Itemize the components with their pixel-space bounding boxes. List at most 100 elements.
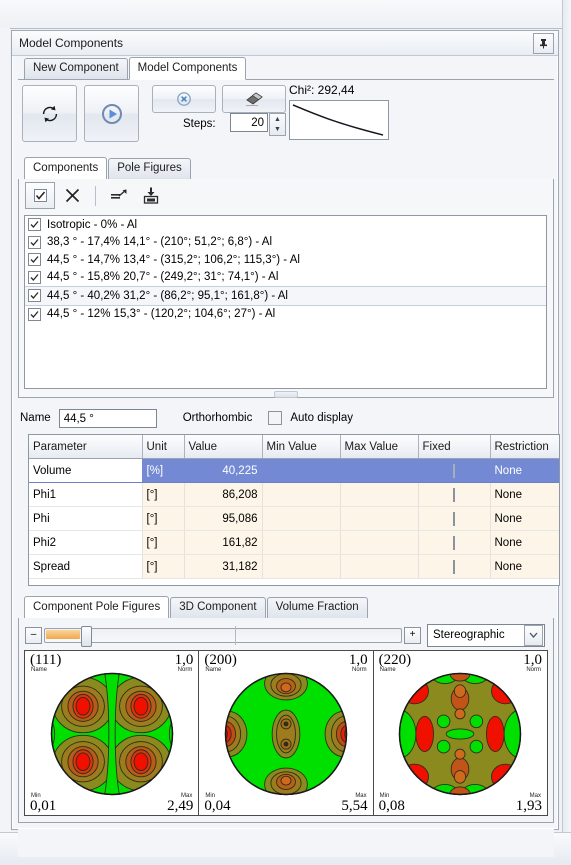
fixed-checkbox[interactable] [453, 463, 455, 478]
col-max-value[interactable]: Max Value [340, 435, 419, 459]
slider-tick [235, 625, 236, 645]
export-components-button[interactable] [104, 182, 134, 209]
fixed-checkbox[interactable] [453, 511, 455, 526]
list-item-label: 44,5 ° - 14,7% 13,4° - (315,2°; 106,2°; … [47, 253, 300, 266]
tab-components[interactable]: Components [24, 157, 108, 180]
projection-select[interactable]: Stereographic [427, 623, 545, 647]
stepper-down-icon[interactable]: ▼ [270, 125, 285, 136]
tab-new-component[interactable]: New Component [24, 58, 128, 79]
table-row[interactable]: Spread [°] 31,182 None [29, 554, 559, 579]
list-item-label: Isotropic - 0% - Al [47, 218, 138, 231]
tab-pole-figures[interactable]: Pole Figures [108, 158, 191, 179]
refresh-button[interactable] [22, 85, 77, 142]
tab-volume-fraction[interactable]: Volume Fraction [266, 597, 368, 618]
parameter-table[interactable]: Parameter Unit Value Min Value Max Value… [28, 434, 560, 586]
zoom-out-button[interactable]: – [25, 626, 42, 644]
cell-min[interactable] [262, 554, 341, 579]
cancel-button[interactable] [152, 85, 216, 113]
col-restriction[interactable]: Restriction [490, 435, 559, 459]
cell-fixed[interactable] [418, 482, 491, 507]
col-fixed[interactable]: Fixed [418, 435, 491, 459]
list-item[interactable]: 44,5 ° - 12% 15,3° - (120,2°; 104,6°; 27… [25, 306, 546, 324]
auto-display-checkbox[interactable] [268, 411, 283, 425]
fixed-checkbox[interactable] [453, 559, 455, 574]
cell-max[interactable] [340, 530, 419, 555]
cell-value[interactable]: 31,182 [184, 554, 263, 579]
resolution-slider[interactable] [44, 625, 402, 647]
tab-model-components[interactable]: Model Components [128, 57, 247, 80]
pf-min-value: 0,01 [30, 798, 57, 814]
component-checkbox[interactable] [28, 253, 41, 267]
cell-unit: [°] [142, 530, 185, 555]
name-input[interactable]: 44,5 ° [58, 408, 157, 428]
delete-component-button[interactable] [57, 182, 87, 209]
components-list[interactable]: Isotropic - 0% - Al 38,3 ° - 17,4% 14,1°… [24, 215, 547, 389]
component-checkbox[interactable] [28, 270, 41, 284]
chi-curve [292, 104, 384, 136]
pole-figure-200[interactable]: (200) 1,0 Name Norm Min Max 0,04 5,54 [199, 651, 374, 815]
cell-fixed[interactable] [418, 554, 491, 579]
list-item[interactable]: 38,3 ° - 17,4% 14,1° - (210°; 51,2°; 6,8… [25, 234, 546, 252]
col-value[interactable]: Value [184, 435, 263, 459]
component-checkbox[interactable] [28, 289, 41, 303]
list-item-selected[interactable]: 44,5 ° - 40,2% 31,2° - (86,2°; 95,1°; 16… [25, 286, 546, 306]
check-icon [30, 221, 39, 229]
cell-restriction[interactable]: None [490, 458, 559, 483]
list-item[interactable]: Isotropic - 0% - Al [25, 216, 546, 234]
steps-input[interactable]: 20 [230, 113, 268, 132]
splitter-handle[interactable] [274, 391, 298, 398]
col-min-value[interactable]: Min Value [262, 435, 341, 459]
import-disk-icon [143, 187, 159, 204]
fixed-checkbox[interactable] [453, 487, 455, 502]
tab-3d-component[interactable]: 3D Component [170, 597, 266, 618]
cell-value[interactable]: 161,82 [184, 530, 263, 555]
table-row[interactable]: Volume [%] 40,225 None [29, 458, 559, 483]
col-parameter[interactable]: Parameter [29, 435, 143, 459]
cell-min[interactable] [262, 530, 341, 555]
pole-figure-tabstrip: Component Pole Figures 3D Component Volu… [18, 596, 554, 619]
component-checkbox[interactable] [28, 235, 41, 249]
select-all-button[interactable] [25, 182, 55, 209]
cell-restriction[interactable]: None [490, 506, 559, 531]
cell-min[interactable] [262, 482, 341, 507]
steps-stepper[interactable]: ▲ ▼ [269, 113, 286, 136]
cell-max[interactable] [340, 482, 419, 507]
component-checkbox[interactable] [28, 218, 41, 232]
cell-restriction[interactable]: None [490, 530, 559, 555]
cell-min[interactable] [262, 506, 341, 531]
cell-max[interactable] [340, 506, 419, 531]
cell-fixed[interactable] [418, 458, 491, 483]
import-components-button[interactable] [136, 182, 166, 209]
stepper-up-icon[interactable]: ▲ [270, 114, 285, 125]
pf-plot-111 [50, 672, 173, 796]
cell-max[interactable] [340, 554, 419, 579]
pole-figure-220[interactable]: (220) 1,0 Name Norm Min Max 0,08 1,93 [374, 651, 547, 815]
cell-parameter: Phi2 [29, 530, 143, 555]
list-item[interactable]: 44,5 ° - 14,7% 13,4° - (315,2°; 106,2°; … [25, 251, 546, 269]
chevron-down-icon[interactable] [524, 624, 543, 646]
cell-fixed[interactable] [418, 530, 491, 555]
cell-value[interactable]: 40,225 [184, 458, 263, 483]
cell-max[interactable] [340, 458, 419, 483]
table-row[interactable]: Phi1 [°] 86,208 None [29, 482, 559, 507]
run-button[interactable] [84, 85, 139, 142]
fixed-checkbox[interactable] [453, 535, 455, 550]
component-checkbox[interactable] [28, 307, 41, 321]
pole-figure-111[interactable]: (111) 1,0 Name Norm Min Max 0,01 2,49 [25, 651, 200, 815]
zoom-in-button[interactable]: + [404, 626, 421, 644]
table-row[interactable]: Phi [°] 95,086 None [29, 506, 559, 531]
cell-min[interactable] [262, 458, 341, 483]
slider-thumb[interactable] [81, 625, 92, 647]
cell-value[interactable]: 95,086 [184, 506, 263, 531]
col-unit[interactable]: Unit [142, 435, 185, 459]
cell-fixed[interactable] [418, 506, 491, 531]
erase-button[interactable] [222, 85, 286, 113]
list-item[interactable]: 44,5 ° - 15,8% 20,7° - (249,2°; 31°; 74,… [25, 269, 546, 287]
list-item-label: 44,5 ° - 15,8% 20,7° - (249,2°; 31°; 74,… [47, 271, 279, 284]
cell-value[interactable]: 86,208 [184, 482, 263, 507]
cell-restriction[interactable]: None [490, 554, 559, 579]
cell-restriction[interactable]: None [490, 482, 559, 507]
tab-component-pole-figures[interactable]: Component Pole Figures [24, 596, 170, 619]
pin-icon[interactable] [533, 33, 554, 54]
table-row[interactable]: Phi2 [°] 161,82 None [29, 530, 559, 555]
